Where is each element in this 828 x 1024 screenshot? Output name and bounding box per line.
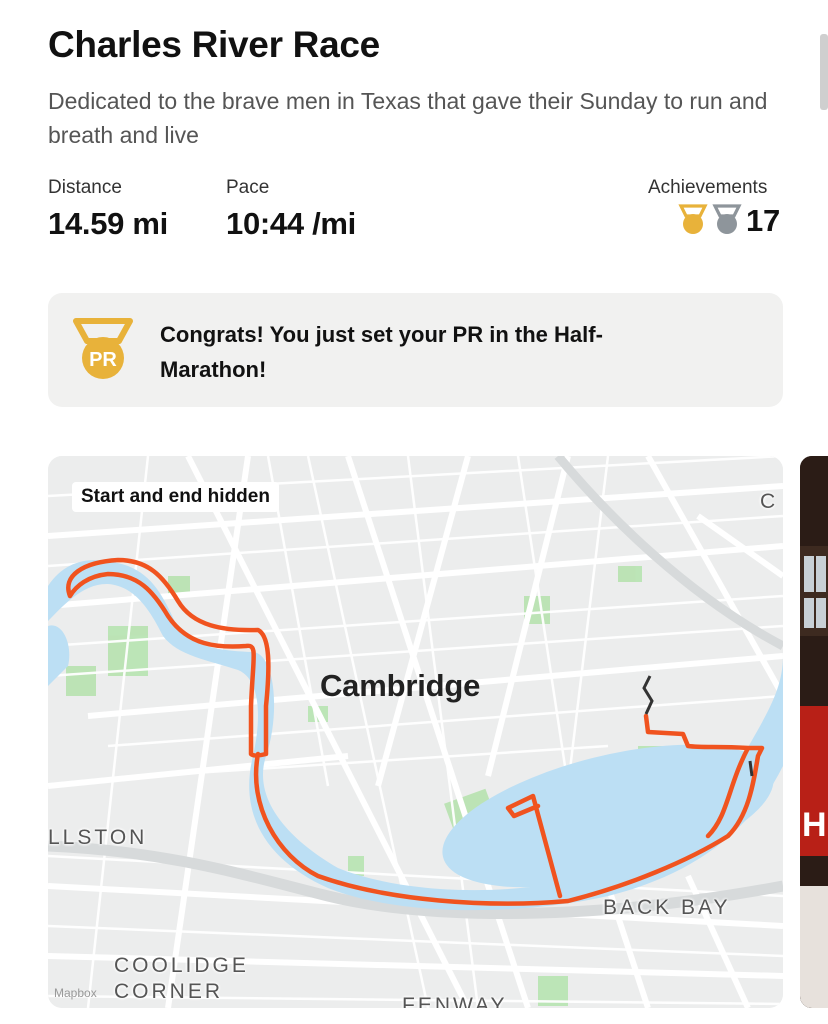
pr-banner[interactable]: PR Congrats! You just set your PR in the… [48,293,783,407]
start-end-hidden-label: Start and end hidden [72,482,279,512]
neighborhood-fenway: FENWAY [402,994,508,1008]
achievements-label[interactable]: Achievements [648,177,767,199]
map-edge-label: C [760,490,779,513]
pr-medal-icon: PR [72,317,134,388]
pr-badge-text: PR [89,349,117,371]
achievement-icons[interactable] [678,203,742,242]
distance-label: Distance [48,177,122,198]
city-label: Cambridge [320,668,481,703]
pr-message: Congrats! You just set your PR in the Ha… [160,322,603,382]
svg-text:H: H [802,806,827,844]
pace-label: Pace [226,177,270,198]
achievements-count[interactable]: 17 [746,203,780,239]
pace-value: 10:44 /mi [226,206,356,241]
activity-photo-peek[interactable]: H [800,456,828,1008]
scrollbar[interactable] [820,34,828,110]
neighborhood-coolidge-corner: COOLIDGE CORNER [114,954,249,1003]
activity-description: Dedicated to the brave men in Texas that… [48,88,768,148]
neighborhood-back-bay: BACK BAY [603,896,731,919]
neighborhood-allston: LLSTON [48,826,148,849]
route-map[interactable]: Start and end hidden Cambridge LLSTON BA… [48,456,783,1008]
gold-medal-icon [678,203,708,242]
silver-medal-icon [712,203,742,242]
activity-title: Charles River Race [48,24,380,65]
map-attribution[interactable]: Mapbox [54,986,97,1000]
distance-value: 14.59 mi [48,206,168,241]
